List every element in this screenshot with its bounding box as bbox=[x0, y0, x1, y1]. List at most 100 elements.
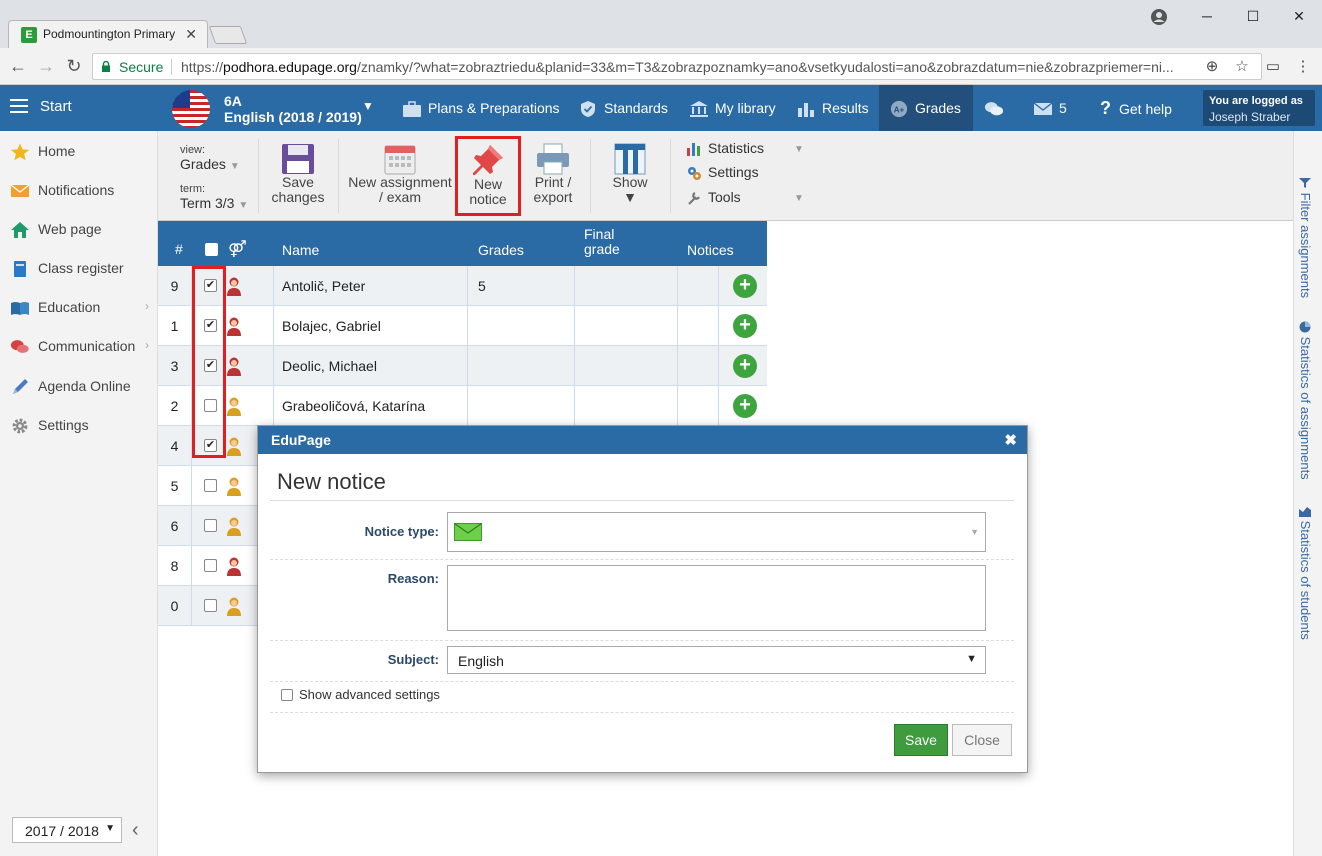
row-checkbox[interactable] bbox=[204, 519, 217, 532]
reload-icon[interactable]: ↻ bbox=[64, 56, 84, 76]
collapse-sidebar-icon[interactable]: ‹ bbox=[132, 819, 139, 842]
toolbar-divider bbox=[590, 139, 591, 213]
chat-button[interactable] bbox=[984, 85, 1010, 131]
final-grade-cell[interactable] bbox=[575, 306, 678, 346]
student-name[interactable]: Deolic, Michael bbox=[274, 346, 468, 386]
col-final-grade[interactable]: Final grade bbox=[584, 227, 620, 257]
col-grades[interactable]: Grades bbox=[478, 242, 524, 258]
pie-chart-icon bbox=[1299, 321, 1311, 333]
menu-results[interactable]: Results bbox=[796, 85, 869, 131]
filter-funnel-icon bbox=[1299, 178, 1311, 188]
save-button[interactable]: Save bbox=[894, 724, 948, 756]
dialog-window-title: EduPage bbox=[271, 432, 331, 448]
sidebar-item-education[interactable]: Education › bbox=[0, 293, 157, 323]
browser-tab[interactable]: E Podmountington Primary ✕ bbox=[8, 20, 208, 48]
advanced-settings-checkbox[interactable] bbox=[281, 689, 293, 701]
add-notice-plus-icon[interactable]: + bbox=[733, 394, 757, 418]
start-link[interactable]: Start bbox=[40, 98, 72, 115]
gear-icon bbox=[12, 418, 28, 434]
row-checkbox[interactable] bbox=[204, 559, 217, 572]
final-grade-cell[interactable] bbox=[575, 386, 678, 426]
account-icon[interactable] bbox=[1150, 8, 1168, 26]
select-all-checkbox[interactable] bbox=[205, 243, 218, 256]
chevron-right-icon: › bbox=[145, 338, 149, 352]
view-select[interactable]: Grades ▼ bbox=[180, 156, 240, 172]
left-sidebar: Home Notifications Web page Class regist… bbox=[0, 131, 158, 856]
omnibox-divider bbox=[171, 59, 172, 75]
grade-cell[interactable] bbox=[468, 346, 575, 386]
dropdown-caret-icon: ▼ bbox=[966, 653, 977, 665]
back-arrow-icon[interactable]: ← bbox=[8, 56, 28, 76]
final-grade-cell[interactable] bbox=[575, 346, 678, 386]
tab-close-icon[interactable]: ✕ bbox=[185, 26, 197, 43]
new-tab-button[interactable] bbox=[208, 26, 248, 44]
sidebar-item-notifications[interactable]: Notifications bbox=[0, 176, 157, 206]
url-input[interactable]: Secure https://podhora.edupage.org/znamk… bbox=[92, 53, 1262, 80]
close-button[interactable]: Close bbox=[952, 724, 1012, 756]
browser-menu-icon[interactable]: ⋮ bbox=[1294, 58, 1312, 76]
school-year-select[interactable]: 2017 / 2018 ▼ bbox=[12, 817, 122, 843]
show-menu-button[interactable]: Show ▼ bbox=[598, 143, 662, 205]
filter-assignments-tab[interactable]: Filter assignments bbox=[1298, 177, 1313, 298]
course-name[interactable]: English (2018 / 2019) bbox=[224, 109, 362, 125]
statistics-assignments-tab[interactable]: Statistics of assignments bbox=[1298, 321, 1313, 480]
svg-text:A+: A+ bbox=[894, 106, 905, 115]
statistics-students-tab[interactable]: Statistics of students bbox=[1298, 505, 1313, 640]
sidebar-item-web-page[interactable]: Web page bbox=[0, 215, 157, 245]
student-name[interactable]: Bolajec, Gabriel bbox=[274, 306, 468, 346]
settings-menu[interactable]: Settings bbox=[686, 164, 759, 184]
cast-icon[interactable]: ▭ bbox=[1264, 58, 1282, 76]
sidebar-item-class-register[interactable]: Class register bbox=[0, 254, 157, 284]
add-notice-plus-icon[interactable]: + bbox=[733, 314, 757, 338]
student-name[interactable]: Grabeoličová, Katarína bbox=[274, 386, 468, 426]
sidebar-item-agenda-online[interactable]: Agenda Online bbox=[0, 372, 157, 402]
menu-my-library[interactable]: My library bbox=[689, 85, 776, 131]
new-assignment-button[interactable]: New assignment / exam bbox=[348, 143, 452, 205]
hamburger-menu-icon[interactable] bbox=[10, 99, 28, 113]
add-notice-plus-icon[interactable]: + bbox=[733, 274, 757, 298]
bookmark-star-icon[interactable]: ☆ bbox=[1233, 58, 1251, 76]
reason-textarea[interactable] bbox=[447, 565, 986, 631]
term-select[interactable]: Term 3/3 ▼ bbox=[180, 195, 248, 211]
advanced-settings-label[interactable]: Show advanced settings bbox=[299, 687, 440, 702]
chat-bubbles-icon bbox=[984, 102, 1004, 116]
subject-select[interactable]: English ▼ bbox=[447, 646, 986, 674]
add-notice-plus-icon[interactable]: + bbox=[733, 354, 757, 378]
minimize-icon[interactable]: ─ bbox=[1184, 4, 1230, 28]
get-help-button[interactable]: ? Get help bbox=[1100, 85, 1172, 131]
save-changes-button[interactable]: Save changes bbox=[266, 143, 330, 205]
zoom-icon[interactable]: ⊕ bbox=[1203, 58, 1221, 76]
menu-standards[interactable]: Standards bbox=[578, 85, 668, 131]
logged-in-label: You are logged as bbox=[1209, 95, 1303, 107]
dialog-close-icon[interactable]: ✖ bbox=[1004, 431, 1017, 449]
table-row: 9 Antolič, Peter 5 + ✔ bbox=[158, 266, 767, 306]
close-window-icon[interactable]: ✕ bbox=[1276, 4, 1322, 28]
course-dropdown-icon[interactable]: ▼ bbox=[362, 99, 374, 113]
final-grade-cell[interactable] bbox=[575, 266, 678, 306]
print-export-button[interactable]: Print / export bbox=[524, 143, 582, 205]
sidebar-item-home[interactable]: Home bbox=[0, 137, 157, 167]
logged-in-user[interactable]: You are logged as Joseph Straber bbox=[1203, 90, 1315, 126]
notice-type-select[interactable]: ▼ bbox=[447, 512, 986, 552]
grade-cell[interactable]: 5 bbox=[468, 266, 575, 306]
maximize-icon[interactable]: ☐ bbox=[1230, 4, 1276, 28]
grade-cell[interactable] bbox=[468, 386, 575, 426]
row-number: 1 bbox=[158, 306, 192, 346]
sidebar-item-communication[interactable]: Communication › bbox=[0, 332, 157, 362]
menu-grades[interactable]: A+ Grades bbox=[879, 85, 973, 131]
sidebar-item-settings[interactable]: Settings bbox=[0, 411, 157, 441]
row-checkbox[interactable] bbox=[204, 599, 217, 612]
edupage-favicon-icon: E bbox=[21, 27, 37, 43]
tools-menu[interactable]: Tools bbox=[686, 189, 741, 209]
forward-arrow-icon[interactable]: → bbox=[36, 56, 56, 76]
menu-plans-preparations[interactable]: Plans & Preparations bbox=[402, 85, 560, 131]
col-notices[interactable]: Notices bbox=[687, 242, 734, 258]
statistics-menu[interactable]: Statistics bbox=[686, 140, 764, 160]
col-name[interactable]: Name bbox=[282, 242, 319, 258]
col-number: # bbox=[175, 241, 183, 257]
messages-button[interactable]: 5 bbox=[1033, 85, 1067, 131]
row-checkbox[interactable] bbox=[204, 479, 217, 492]
class-code[interactable]: 6A bbox=[224, 93, 242, 109]
grade-cell[interactable] bbox=[468, 306, 575, 346]
student-name[interactable]: Antolič, Peter bbox=[274, 266, 468, 306]
